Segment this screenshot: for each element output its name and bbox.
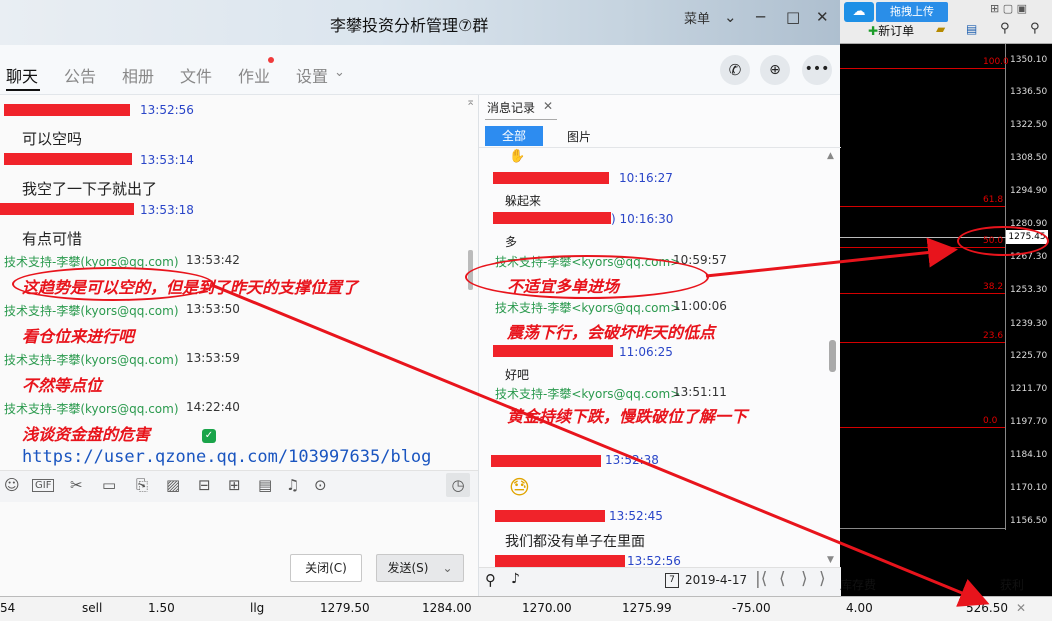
annotation-arrows [213,237,990,607]
arrow-to-profit [213,284,990,607]
arrow-to-price [705,237,958,278]
